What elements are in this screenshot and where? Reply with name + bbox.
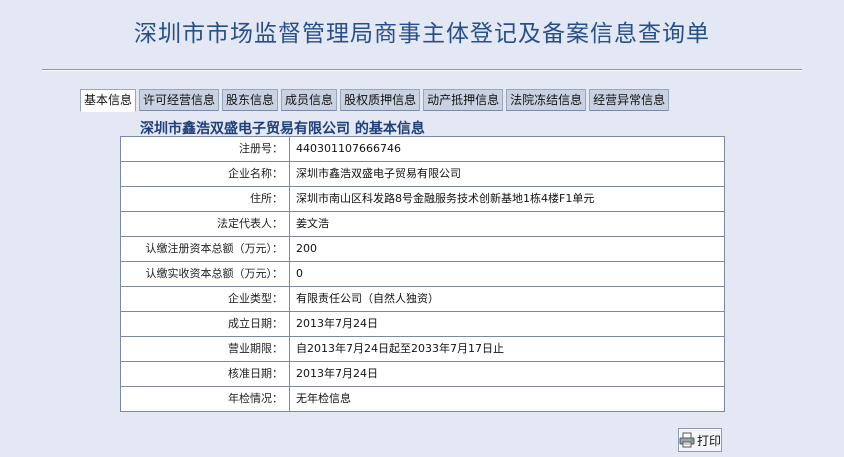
- tab-bar: 基本信息 许可经营信息 股东信息 成员信息 股权质押信息 动产抵押信息 法院冻结…: [80, 89, 672, 112]
- row-label: 企业类型：: [120, 286, 290, 312]
- row-label: 认缴实收资本总额（万元）：: [120, 261, 290, 287]
- tab-member-info[interactable]: 成员信息: [281, 89, 338, 111]
- row-label: 企业名称：: [120, 161, 290, 187]
- title-divider: [42, 69, 802, 71]
- tab-chattel-mortgage-info[interactable]: 动产抵押信息: [423, 89, 504, 111]
- printer-icon: [679, 432, 695, 448]
- row-label: 注册号：: [120, 136, 290, 162]
- table-row: 注册号： 440301107666746: [120, 136, 725, 162]
- table-row: 认缴实收资本总额（万元）： 0: [120, 261, 725, 287]
- row-value: 2013年7月24日: [289, 311, 725, 337]
- row-label: 成立日期：: [120, 311, 290, 337]
- print-button-label: 打印: [697, 433, 722, 448]
- print-button[interactable]: 打印: [678, 428, 722, 452]
- row-value: 0: [289, 261, 725, 287]
- row-label: 年检情况：: [120, 386, 290, 412]
- row-value: 有限责任公司（自然人独资）: [289, 286, 725, 312]
- section-heading: 深圳市鑫浩双盛电子贸易有限公司 的基本信息: [140, 121, 425, 137]
- row-value: 姜文浩: [289, 211, 725, 237]
- row-value: 440301107666746: [289, 136, 725, 162]
- table-row: 营业期限： 自2013年7月24日起至2033年7月17日止: [120, 336, 725, 362]
- row-value: 无年检信息: [289, 386, 725, 412]
- tab-shareholder-info[interactable]: 股东信息: [222, 89, 279, 111]
- table-row: 认缴注册资本总额（万元）： 200: [120, 236, 725, 262]
- table-row: 企业类型： 有限责任公司（自然人独资）: [120, 286, 725, 312]
- row-label: 营业期限：: [120, 336, 290, 362]
- row-label: 住所：: [120, 186, 290, 212]
- row-value: 200: [289, 236, 725, 262]
- table-row: 年检情况： 无年检信息: [120, 386, 725, 412]
- row-label: 核准日期：: [120, 361, 290, 387]
- row-value: 自2013年7月24日起至2033年7月17日止: [289, 336, 725, 362]
- tab-equity-pledge-info[interactable]: 股权质押信息: [340, 89, 421, 111]
- row-value: 深圳市南山区科发路8号金融服务技术创新基地1栋4楼F1单元: [289, 186, 725, 212]
- tab-court-freeze-info[interactable]: 法院冻结信息: [506, 89, 587, 111]
- basic-info-table: 注册号： 440301107666746 企业名称： 深圳市鑫浩双盛电子贸易有限…: [120, 136, 725, 412]
- row-value: 深圳市鑫浩双盛电子贸易有限公司: [289, 161, 725, 187]
- row-label: 法定代表人：: [120, 211, 290, 237]
- table-row: 核准日期： 2013年7月24日: [120, 361, 725, 387]
- tab-basic-info[interactable]: 基本信息: [80, 89, 137, 112]
- row-label: 认缴注册资本总额（万元）：: [120, 236, 290, 262]
- row-value: 2013年7月24日: [289, 361, 725, 387]
- table-row: 法定代表人： 姜文浩: [120, 211, 725, 237]
- table-row: 成立日期： 2013年7月24日: [120, 311, 725, 337]
- page-title: 深圳市市场监督管理局商事主体登记及备案信息查询单: [134, 21, 710, 47]
- tab-abnormal-operation-info[interactable]: 经营异常信息: [589, 89, 670, 111]
- table-row: 企业名称： 深圳市鑫浩双盛电子贸易有限公司: [120, 161, 725, 187]
- table-row: 住所： 深圳市南山区科发路8号金融服务技术创新基地1栋4楼F1单元: [120, 186, 725, 212]
- tab-license-info[interactable]: 许可经营信息: [139, 89, 220, 111]
